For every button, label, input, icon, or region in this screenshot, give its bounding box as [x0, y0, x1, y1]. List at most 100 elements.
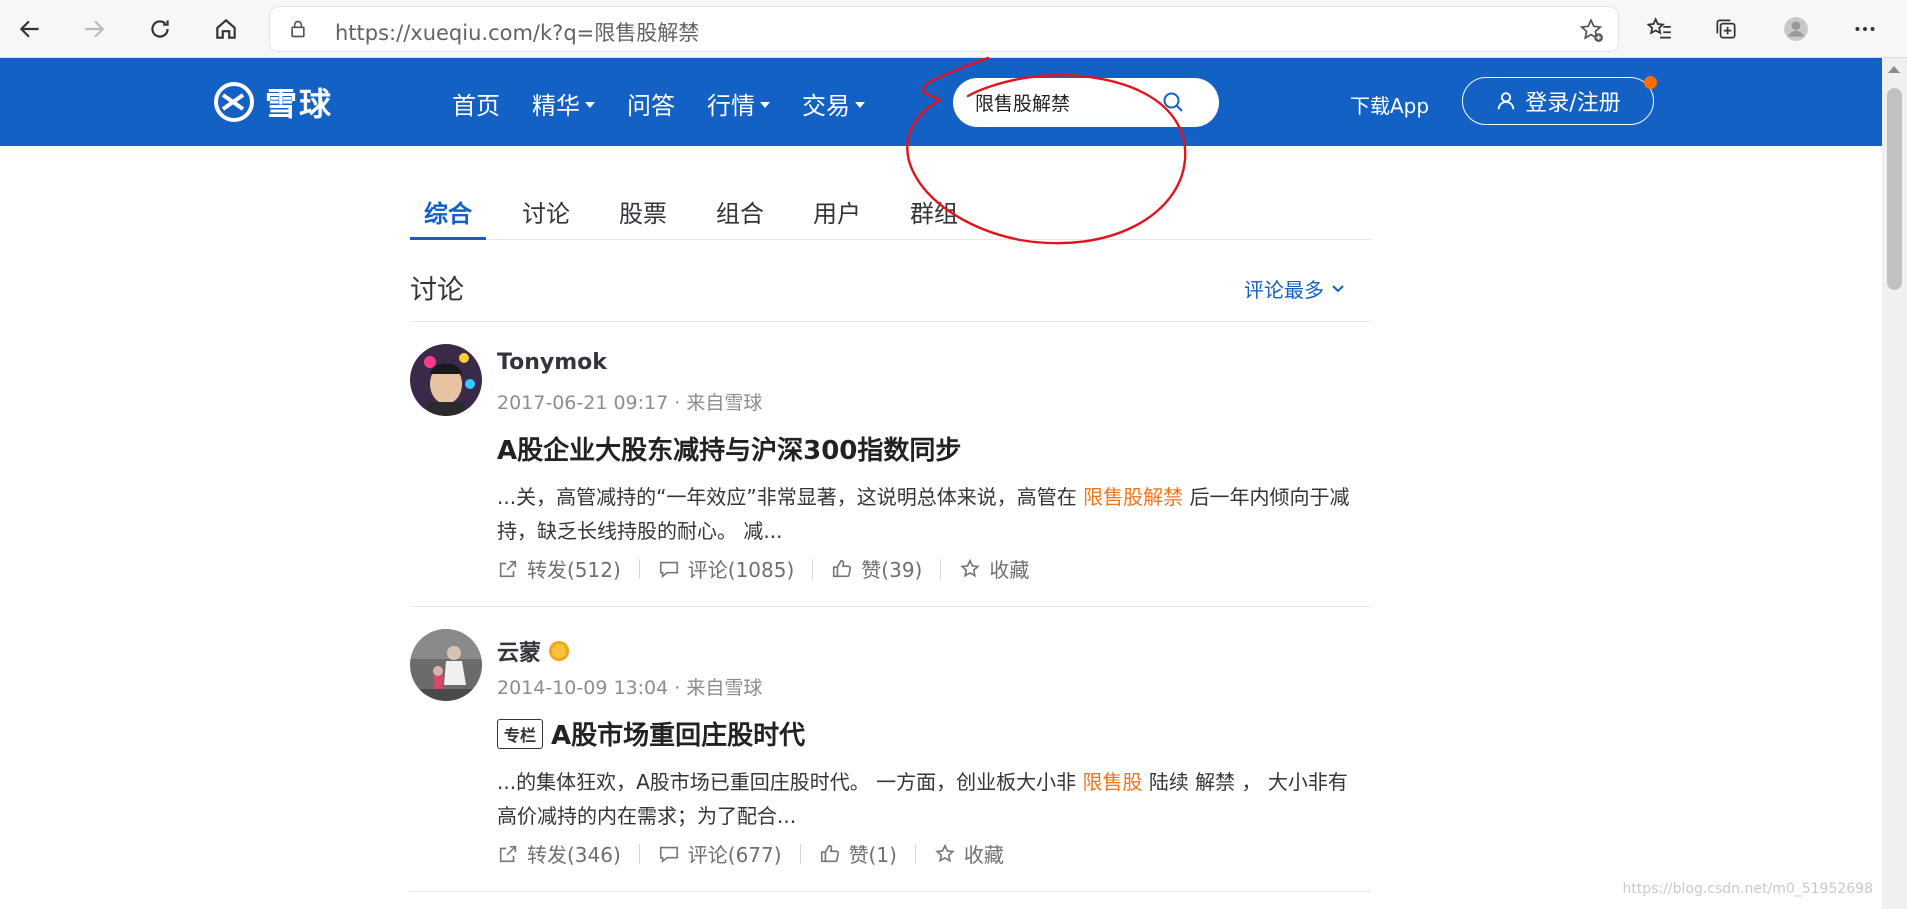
nav-featured[interactable]: 精华 — [532, 86, 595, 121]
post-title-text[interactable]: A股市场重回庄股时代 — [551, 715, 805, 752]
tab-stocks[interactable]: 股票 — [619, 194, 667, 229]
tab-discussion[interactable]: 讨论 — [522, 194, 570, 229]
post-author[interactable]: 云蒙 — [497, 635, 570, 667]
home-icon — [216, 18, 236, 39]
caret-down-icon — [760, 101, 770, 108]
keyword-highlight: 限售股解禁 — [1083, 485, 1184, 509]
user-photo-icon — [410, 629, 482, 701]
comment-button[interactable]: 评论(677) — [658, 839, 782, 868]
post-title[interactable]: A股企业大股东减持与沪深300指数同步 — [497, 430, 961, 467]
author-name[interactable]: Tonymok — [497, 350, 607, 375]
comment-icon — [659, 561, 678, 578]
column-tag: 专栏 — [497, 718, 544, 749]
nav-qa-label: 问答 — [627, 92, 675, 120]
post-author[interactable]: Tonymok — [497, 350, 607, 375]
refresh-icon — [151, 20, 169, 38]
excerpt-text: ...的集体狂欢，A股市场已重回庄股时代。 一方面，创业板大小非 — [497, 770, 1083, 794]
post-actions: 转发(346) 评论(677) 赞(1) 收藏 — [497, 839, 1004, 868]
post-item: Tonymok 2017-06-21 09:17 · 来自雪球 A股企业大股东减… — [410, 344, 1372, 607]
user-photo-icon — [410, 344, 482, 416]
search-icon[interactable] — [1161, 90, 1185, 114]
add-favorite-icon[interactable] — [1578, 17, 1604, 43]
site-logo[interactable]: 雪球 — [213, 82, 334, 123]
post-title-text[interactable]: A股企业大股东减持与沪深300指数同步 — [497, 430, 961, 467]
nav-qa[interactable]: 问答 — [627, 86, 675, 121]
address-url[interactable]: https://xueqiu.com/k?q=限售股解禁 — [335, 17, 699, 47]
back-button[interactable] — [10, 9, 50, 49]
collections-button[interactable] — [1706, 9, 1746, 49]
divider — [812, 558, 814, 579]
share-icon — [499, 845, 517, 862]
comment-count: 评论(677) — [687, 843, 782, 867]
user-icon — [1498, 92, 1515, 110]
divider — [914, 843, 916, 864]
login-register-button[interactable]: 登录/注册 — [1462, 76, 1657, 125]
arrow-left-icon — [19, 20, 39, 38]
nav-market[interactable]: 行情 — [707, 86, 770, 121]
vertical-scrollbar[interactable] — [1882, 58, 1907, 909]
logo-text: 雪球 — [265, 85, 334, 123]
post-title[interactable]: 专栏 A股市场重回庄股时代 — [497, 715, 805, 752]
collect-button[interactable]: 收藏 — [959, 554, 1029, 583]
home-button[interactable] — [206, 9, 246, 49]
like-button[interactable]: 赞(1) — [819, 839, 897, 868]
star-icon — [960, 558, 981, 577]
repost-button[interactable]: 转发(346) — [497, 839, 621, 868]
site-search — [953, 78, 1219, 127]
download-app-link[interactable]: 下载App — [1350, 90, 1429, 119]
avatar[interactable] — [410, 629, 482, 701]
divider — [799, 843, 801, 864]
post-excerpt[interactable]: ...关，高管减持的“一年效应”非常显著，这说明总体来说，高管在 限售股解禁 后… — [497, 480, 1367, 548]
watermark: https://blog.csdn.net/m0_51952698 — [1622, 881, 1873, 897]
notification-dot — [1644, 76, 1657, 89]
address-bar[interactable]: https://xueqiu.com/k?q=限售股解禁 — [270, 7, 1618, 51]
nav-trade[interactable]: 交易 — [802, 86, 865, 121]
avatar[interactable] — [410, 344, 482, 416]
nav-home[interactable]: 首页 — [452, 86, 500, 121]
favorites-list-icon — [1647, 17, 1671, 39]
lock-icon — [291, 20, 305, 38]
keyword-highlight: 限售股 — [1082, 770, 1143, 794]
nav-featured-label: 精华 — [532, 92, 580, 120]
profile-button[interactable] — [1776, 9, 1816, 49]
excerpt-text: ...关，高管减持的“一年效应”非常显著，这说明总体来说，高管在 — [497, 485, 1084, 509]
collect-label: 收藏 — [989, 558, 1030, 582]
author-name[interactable]: 云蒙 — [497, 635, 541, 667]
post-meta: 2014-10-09 13:04 · 来自雪球 — [497, 677, 763, 699]
like-button[interactable]: 赞(39) — [831, 554, 922, 583]
tab-portfolios[interactable]: 组合 — [716, 194, 764, 229]
sort-dropdown[interactable]: 评论最多 — [1244, 274, 1346, 303]
search-result-tabs: 综合 讨论 股票 组合 用户 群组 — [410, 180, 1372, 240]
tab-groups[interactable]: 群组 — [910, 194, 958, 229]
search-input[interactable] — [975, 88, 1155, 116]
like-count: 赞(39) — [861, 558, 923, 582]
more-menu-button[interactable] — [1845, 9, 1885, 49]
thumbs-up-icon — [820, 844, 839, 862]
thumbs-up-icon — [833, 559, 852, 577]
comment-count: 评论(1085) — [687, 558, 795, 582]
discussion-section-header: 讨论 评论最多 — [410, 262, 1372, 322]
caret-down-icon — [585, 101, 595, 108]
comment-icon — [659, 846, 678, 863]
forward-button[interactable] — [74, 9, 114, 49]
active-tab-indicator — [410, 237, 486, 240]
favorites-button[interactable] — [1640, 9, 1680, 49]
tab-users[interactable]: 用户 — [813, 194, 861, 229]
refresh-button[interactable] — [140, 9, 180, 49]
tab-all[interactable]: 综合 — [424, 194, 472, 229]
snowball-logo-icon — [214, 82, 254, 122]
collect-button[interactable]: 收藏 — [934, 839, 1004, 868]
star-icon — [935, 843, 955, 862]
comment-button[interactable]: 评论(1085) — [658, 554, 795, 583]
site-header: 雪球 首页 精华 问答 行情 交易 下载App 登录/注册 — [0, 58, 1882, 146]
scrollbar-thumb[interactable] — [1887, 88, 1902, 290]
verified-badge-icon — [549, 641, 570, 661]
profile-avatar-icon — [1784, 17, 1808, 41]
repost-button[interactable]: 转发(512) — [497, 554, 621, 583]
divider — [638, 843, 640, 864]
post-excerpt[interactable]: ...的集体狂欢，A股市场已重回庄股时代。 一方面，创业板大小非 限售股 陆续 … — [497, 765, 1367, 833]
main-nav: 首页 精华 问答 行情 交易 — [452, 86, 897, 121]
scroll-up-arrow-icon[interactable] — [1888, 66, 1900, 73]
post-meta: 2017-06-21 09:17 · 来自雪球 — [497, 392, 763, 414]
nav-home-label: 首页 — [452, 92, 500, 120]
